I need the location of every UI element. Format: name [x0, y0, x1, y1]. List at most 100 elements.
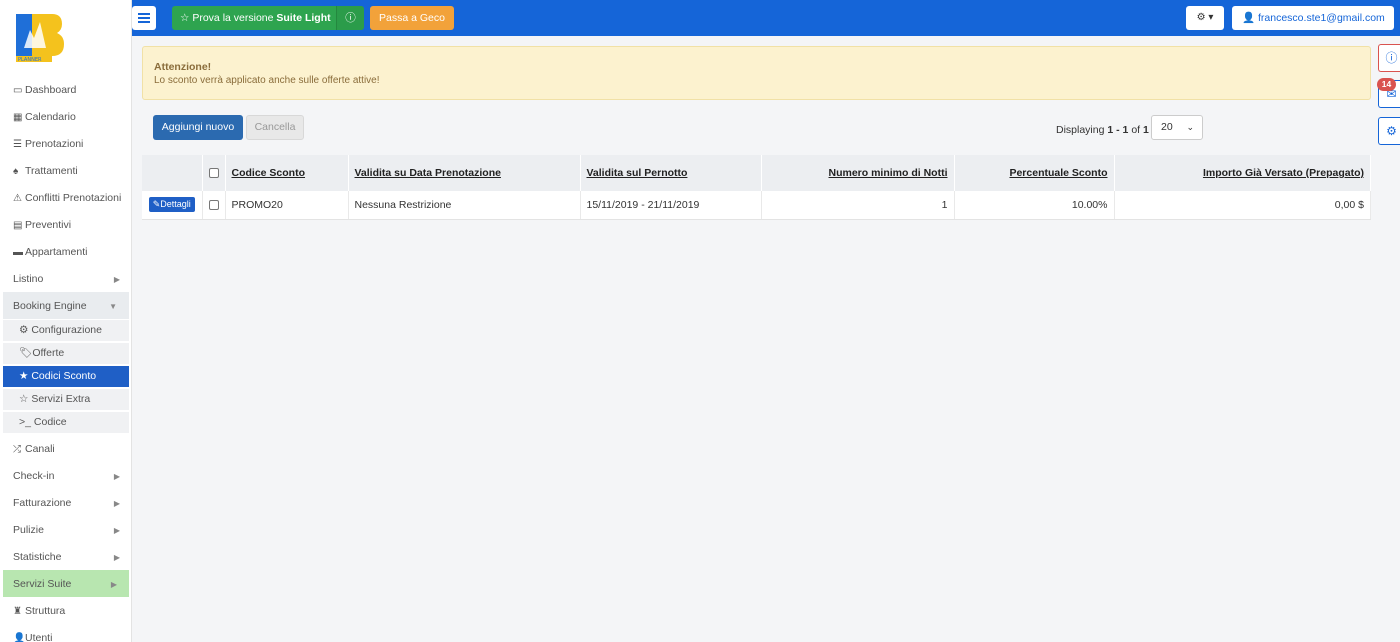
warning-alert: Attenzione! Lo sconto verrà applicato an…: [142, 46, 1371, 100]
trial-prefix: Prova la versione: [192, 12, 274, 24]
sidebar-item-label: Booking Engine: [13, 300, 87, 312]
user-email: francesco.ste1@gmail.com: [1258, 12, 1385, 24]
header-validita-prenotazione[interactable]: Validita su Data Prenotazione: [348, 155, 581, 191]
header-importo[interactable]: Importo Già Versato (Prepagato): [1114, 155, 1371, 191]
sidebar-subitem-codice[interactable]: >_ Codice: [3, 412, 129, 433]
user-account-button[interactable]: 👤 francesco.ste1@gmail.com: [1232, 6, 1394, 30]
settings-dropdown-button[interactable]: ⚙ ▾: [1186, 6, 1224, 30]
sidebar-item-calendario[interactable]: ▦ Calendario: [0, 103, 132, 130]
table-header-row: Codice Sconto Validita su Data Prenotazi…: [142, 155, 1371, 191]
page-size-select[interactable]: 20 ⌄: [1151, 115, 1203, 140]
building-icon: ♜: [13, 606, 22, 617]
header-percentuale[interactable]: Percentuale Sconto: [954, 155, 1115, 191]
details-label: Dettagli: [160, 199, 191, 210]
star-icon: ★: [19, 370, 29, 382]
pagination-total: 1: [1143, 124, 1149, 136]
info-icon[interactable]: ⓘ: [336, 6, 364, 30]
row-checkbox[interactable]: [208, 199, 219, 210]
sidebar-subitem-configurazione[interactable]: ⚙ Configurazione: [3, 320, 129, 341]
sidebar-item-preventivi[interactable]: ▤ Preventivi: [0, 211, 132, 238]
warning-icon: ⚠: [13, 193, 22, 204]
header-numero-notti[interactable]: Numero minimo di Notti: [761, 155, 955, 191]
sidebar-item-booking-engine[interactable]: Booking Engine ▼: [3, 292, 129, 319]
user-icon: 👤: [13, 633, 26, 642]
row-select-cell: [202, 191, 226, 220]
pagination-range: 1 - 1: [1107, 124, 1129, 136]
calendar-icon: ▦: [13, 112, 23, 123]
sidebar-subitem-label: Offerte: [32, 347, 65, 359]
sidebar-item-prenotazioni[interactable]: ☰ Prenotazioni: [0, 130, 132, 157]
chevron-right-icon: ▶: [110, 580, 117, 589]
tags-icon: 🏷: [19, 347, 33, 359]
row-actions-cell: ✎Dettagli: [142, 191, 203, 220]
chevron-down-icon: ▼: [109, 302, 117, 311]
sidebar-item-label: Calendario: [25, 111, 76, 123]
cell-validita-pernotto: 15/11/2019 - 21/11/2019: [580, 191, 762, 220]
info-panel-button[interactable]: ⓘ: [1378, 44, 1400, 72]
add-new-button[interactable]: Aggiungi nuovo: [153, 115, 243, 140]
sidebar-item-utenti[interactable]: 👤Utenti: [0, 624, 132, 642]
pagination-of: of: [1131, 124, 1141, 136]
sidebar-item-conflitti[interactable]: ⚠ Conflitti Prenotazioni: [0, 184, 132, 211]
chevron-right-icon: ▶: [113, 553, 120, 562]
sidebar-subitem-codici-sconto[interactable]: ★ Codici Sconto: [3, 366, 129, 387]
sidebar-item-statistiche[interactable]: Statistiche ▶: [0, 543, 132, 570]
sidebar-item-canali[interactable]: ⤮ Canali: [0, 435, 132, 462]
header-validita-pernotto[interactable]: Validita sul Pernotto: [580, 155, 762, 191]
sidebar-item-listino[interactable]: Listino ▶: [0, 265, 132, 292]
sidebar-item-dashboard[interactable]: ▭ Dashboard: [0, 76, 132, 103]
sidebar-item-label: Canali: [25, 443, 55, 455]
bed-icon: ▬: [13, 247, 23, 258]
details-button[interactable]: ✎Dettagli: [148, 197, 195, 213]
cogs-icon: ⚙: [1386, 124, 1397, 138]
pagination-info: Displaying 1 - 1 of 1: [1056, 124, 1149, 136]
sidebar-item-label: Struttura: [25, 605, 66, 617]
cell-percentuale: 10.00%: [954, 191, 1115, 220]
apple-icon: ♠: [13, 166, 19, 177]
sidebar-item-struttura[interactable]: ♜ Struttura: [0, 597, 132, 624]
select-all-header: [202, 155, 226, 191]
chevron-right-icon: ▶: [113, 472, 120, 481]
menu-toggle-button[interactable]: [132, 6, 156, 30]
sidebar-item-trattamenti[interactable]: ♠ Trattamenti: [0, 157, 132, 184]
sidebar-item-label: Appartamenti: [25, 246, 88, 258]
chevron-right-icon: ▶: [113, 275, 120, 284]
sidebar-item-label: Statistiche: [13, 551, 62, 563]
switch-to-geco-button[interactable]: Passa a Geco: [370, 6, 454, 30]
top-navbar: ☆ Prova la versione Suite Light ⓘ Passa …: [132, 0, 1400, 36]
svg-text:PLANNER: PLANNER: [18, 57, 42, 63]
sidebar-item-label: Utenti: [25, 632, 53, 642]
cell-numero-notti: 1: [761, 191, 955, 220]
sidebar-item-servizi-suite[interactable]: Servizi Suite ▶: [3, 570, 129, 597]
sidebar-item-label: Conflitti Prenotazioni: [25, 192, 122, 204]
sidebar-item-check-in[interactable]: Check-in ▶: [0, 462, 132, 489]
terminal-icon: >_: [19, 416, 31, 428]
delete-button[interactable]: Cancella: [246, 115, 304, 140]
alert-title: Attenzione!: [154, 61, 212, 73]
chevron-down-icon: ⌄: [1186, 122, 1194, 132]
sidebar-item-fatturazione[interactable]: Fatturazione ▶: [0, 489, 132, 516]
sidebar-subitem-label: Configurazione: [31, 324, 102, 336]
header-codice-sconto[interactable]: Codice Sconto: [225, 155, 349, 191]
quote-icon: ▤: [13, 220, 23, 231]
sidebar-subitem-label: Codice: [33, 416, 67, 428]
sidebar-item-label: Prenotazioni: [25, 138, 84, 150]
gear-icon: ⚙: [19, 324, 29, 336]
sidebar-item-label: Trattamenti: [25, 165, 78, 177]
sidebar-subitem-offerte[interactable]: 🏷Offerte: [3, 343, 129, 364]
select-all-checkbox[interactable]: [208, 168, 219, 179]
messages-count-badge: 14: [1377, 78, 1396, 91]
sidebar-item-label: Fatturazione: [13, 497, 72, 509]
settings-panel-button[interactable]: ⚙: [1378, 117, 1400, 145]
info-icon: ⓘ: [1385, 51, 1398, 65]
sidebar-subitem-servizi-extra[interactable]: ☆ Servizi Extra: [3, 389, 129, 410]
bb-planner-logo[interactable]: PLANNER: [10, 8, 68, 66]
try-suite-light-button[interactable]: ☆ Prova la versione Suite Light ⓘ: [172, 6, 364, 30]
sidebar-menu: ▭ Dashboard ▦ Calendario ☰ Prenotazioni ♠ Tr…: [0, 76, 132, 642]
dashboard-icon: ▭: [13, 85, 23, 96]
sidebar-item-pulizie[interactable]: Pulizie ▶: [0, 516, 132, 543]
page-size-value: 20: [1161, 121, 1173, 133]
sidebar-item-appartamenti[interactable]: ▬ Appartamenti: [0, 238, 132, 265]
cell-importo: 0,00 $: [1114, 191, 1371, 220]
sidebar-subitem-label: Servizi Extra: [31, 393, 91, 405]
